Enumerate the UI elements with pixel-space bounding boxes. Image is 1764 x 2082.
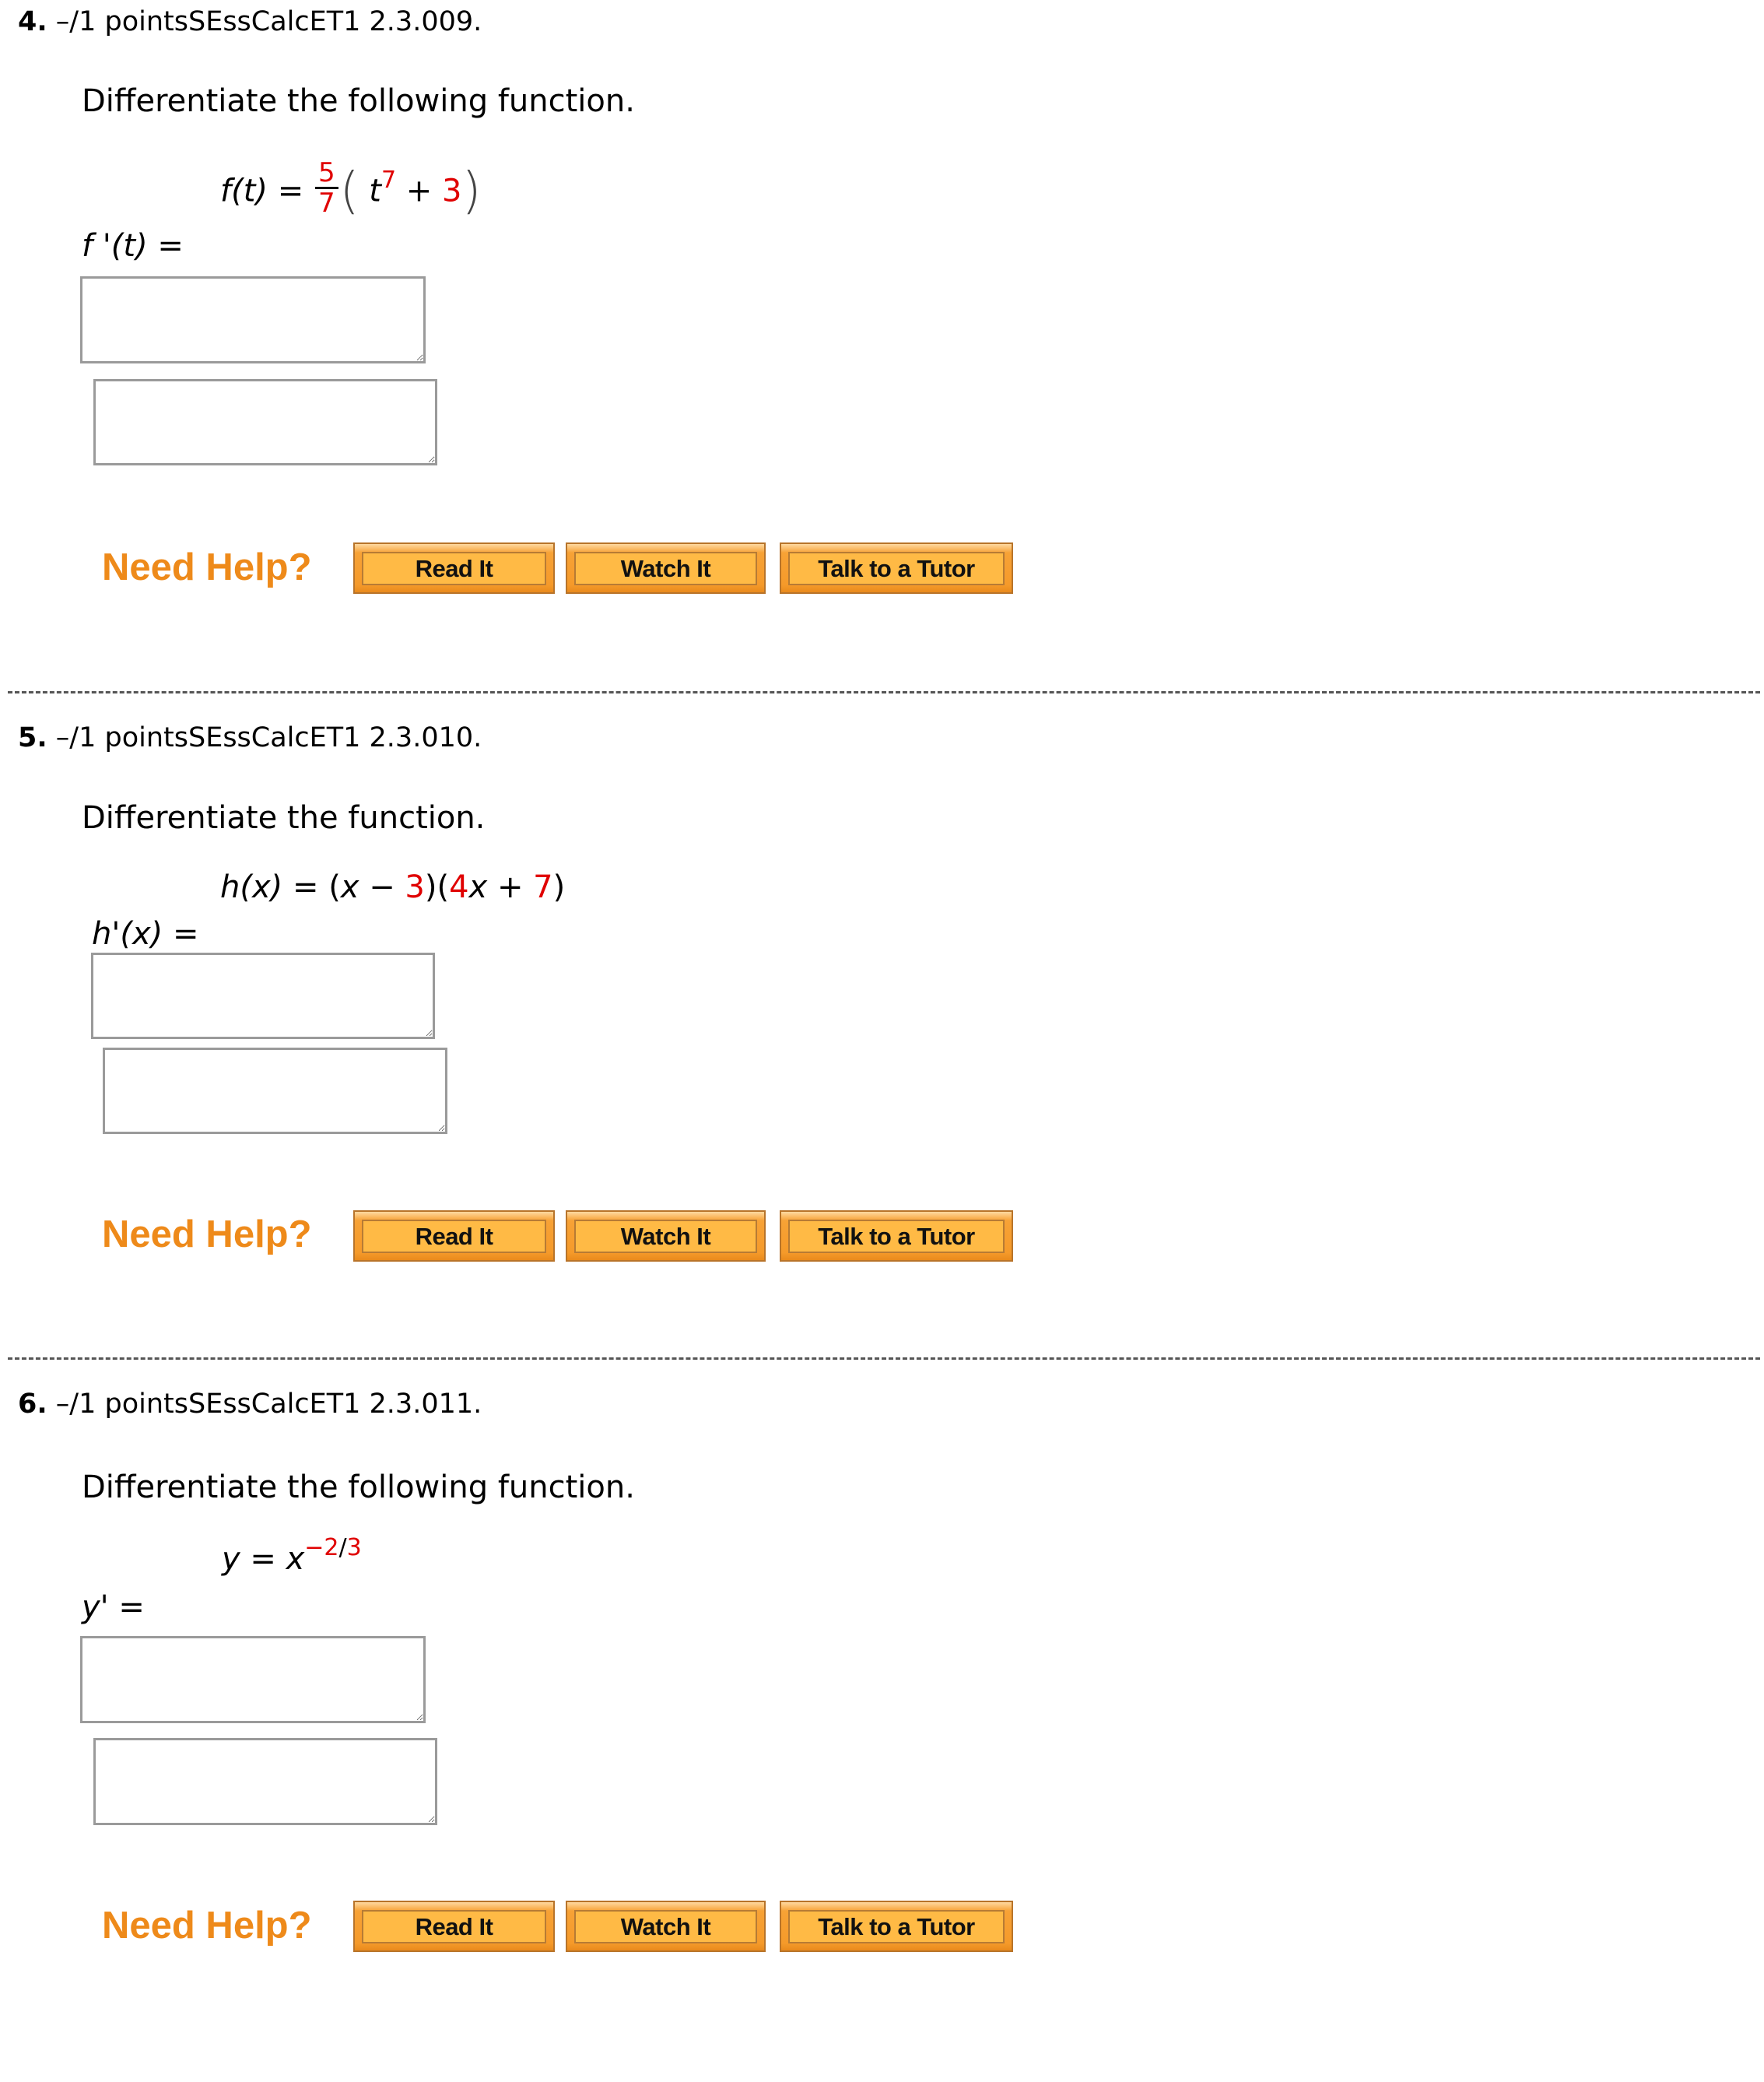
read-it-label: Read It [362,552,546,585]
formula-paren-join: )( [424,869,450,905]
question-prompt: Differentiate the function. [82,800,486,836]
function-formula: y = x−2/3 [222,1534,362,1578]
question-divider [8,691,1760,693]
question-points: –/1 points [55,6,188,37]
answer-label-text: y' = [82,1589,145,1625]
question-4: 4. –/1 pointsSEssCalcET1 2.3.009. Differ… [0,0,1764,700]
formula-variable-1: x [340,869,359,905]
question-prompt: Differentiate the following function. [82,83,635,119]
formula-equals: = [277,173,304,209]
question-prompt: Differentiate the following function. [82,1469,635,1505]
formula-close-paren: ) [552,869,566,905]
answer-input-2[interactable] [103,1048,447,1134]
answer-label-text: f '(t) = [82,228,184,264]
formula-constant-2: 7 [533,869,553,905]
need-help-label: Need Help? [102,1213,312,1255]
read-it-button[interactable]: Read It [353,1210,555,1262]
formula-fraction: 5 7 [314,159,338,219]
watch-it-button[interactable]: Watch It [566,1901,766,1952]
formula-lhs: h(x) [220,869,283,905]
formula-exponent: 7 [381,166,397,194]
watch-it-label: Watch It [574,1910,757,1943]
talk-to-tutor-label: Talk to a Tutor [788,1220,1005,1253]
fraction-numerator: 5 [314,159,338,189]
talk-to-tutor-button[interactable]: Talk to a Tutor [780,542,1013,594]
need-help-label: Need Help? [102,1905,312,1947]
exponent-denominator: 3 [346,1534,362,1561]
formula-exponent: −2/3 [304,1534,361,1561]
question-6: 6. –/1 pointsSEssCalcET1 2.3.011. Differ… [0,1382,1764,2082]
answer-label: y' = [82,1592,145,1623]
formula-minus: − [369,869,395,905]
formula-open-paren: ( [328,869,341,905]
question-source: SEssCalcET1 2.3.011. [188,1389,482,1420]
read-it-label: Read It [362,1910,546,1943]
formula-constant-1: 3 [405,869,425,905]
read-it-label: Read It [362,1220,546,1253]
formula-coefficient: 4 [449,869,469,905]
formula-variable-2: x [468,869,488,905]
watch-it-label: Watch It [574,1220,757,1253]
answer-input-1[interactable] [80,276,426,363]
read-it-button[interactable]: Read It [353,542,555,594]
question-header: 4. –/1 pointsSEssCalcET1 2.3.009. [18,9,482,36]
need-help-label: Need Help? [102,546,312,588]
formula-equals: = [292,869,319,905]
question-number: 5. [18,722,47,753]
question-source: SEssCalcET1 2.3.010. [188,722,482,753]
question-number: 4. [18,6,47,37]
answer-input-2[interactable] [93,379,437,465]
watch-it-button[interactable]: Watch It [566,1210,766,1262]
answer-label: h'(x) = [92,918,198,950]
formula-variable: t [369,173,381,209]
watch-it-button[interactable]: Watch It [566,542,766,594]
talk-to-tutor-label: Talk to a Tutor [788,1910,1005,1943]
talk-to-tutor-button[interactable]: Talk to a Tutor [780,1901,1013,1952]
formula-plus: + [405,173,433,209]
answer-input-1[interactable] [80,1636,426,1723]
question-5: 5. –/1 pointsSEssCalcET1 2.3.010. Differ… [0,716,1764,1417]
question-points: –/1 points [55,1389,188,1420]
talk-to-tutor-button[interactable]: Talk to a Tutor [780,1210,1013,1262]
function-formula: f(t) = 5 7 ( t7 + 3) [220,159,482,222]
exponent-numerator: −2 [304,1534,339,1561]
formula-lhs: f(t) [220,173,268,209]
formula-base: x [286,1541,305,1577]
right-paren: ) [461,162,482,220]
function-formula: h(x) = (x − 3)(4x + 7) [220,872,565,903]
answer-label: f '(t) = [82,230,184,262]
question-points: –/1 points [55,722,188,753]
answer-input-1[interactable] [91,953,435,1039]
formula-constant: 3 [442,173,462,209]
answer-label-text: h'(x) = [92,916,199,952]
answer-input-2[interactable] [93,1738,437,1825]
left-paren: ( [339,162,359,220]
question-number: 6. [18,1389,47,1420]
fraction-denominator: 7 [317,188,335,219]
formula-equals: = [250,1541,276,1577]
question-divider [8,1357,1760,1360]
formula-plus: + [496,869,524,905]
talk-to-tutor-label: Talk to a Tutor [788,552,1005,585]
formula-lhs: y [222,1541,240,1577]
watch-it-label: Watch It [574,552,757,585]
question-header: 6. –/1 pointsSEssCalcET1 2.3.011. [18,1391,482,1418]
question-source: SEssCalcET1 2.3.009. [188,6,482,37]
read-it-button[interactable]: Read It [353,1901,555,1952]
question-header: 5. –/1 pointsSEssCalcET1 2.3.010. [18,725,482,752]
exponent-slash: / [338,1534,347,1561]
